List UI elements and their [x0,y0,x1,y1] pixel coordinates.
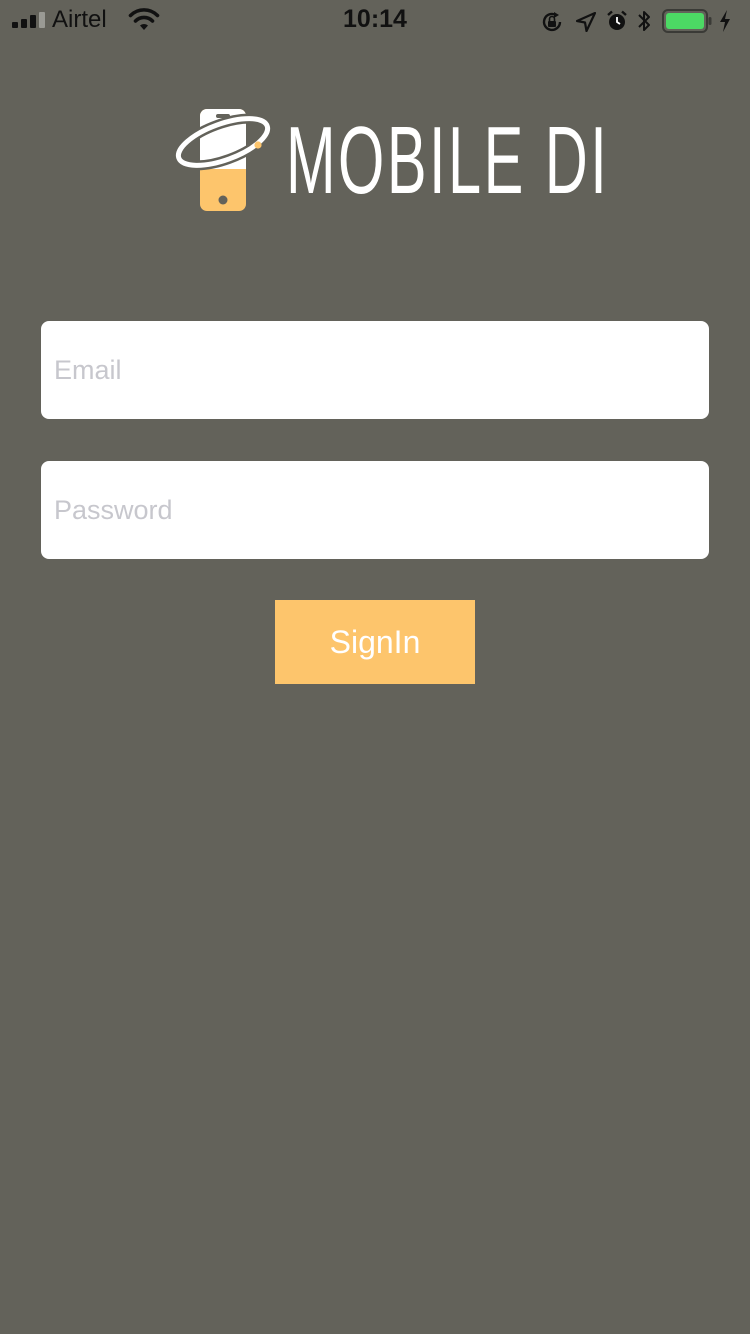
battery-icon [662,9,712,33]
location-arrow-icon [576,12,596,32]
orientation-lock-icon [542,12,562,32]
logo-wordmark: MOBILE DI [286,107,610,214]
status-icons [540,6,740,34]
phone-orbit-logo-icon [174,109,273,211]
email-field[interactable] [41,321,709,419]
bluetooth-icon [638,11,650,31]
status-bar: Airtel 10:14 [0,0,750,40]
charging-bolt-icon [720,10,730,32]
alarm-icon [607,10,627,30]
app-logo: MOBILE DI [174,105,607,215]
password-field[interactable] [41,461,709,559]
signin-button[interactable]: SignIn [275,600,475,684]
